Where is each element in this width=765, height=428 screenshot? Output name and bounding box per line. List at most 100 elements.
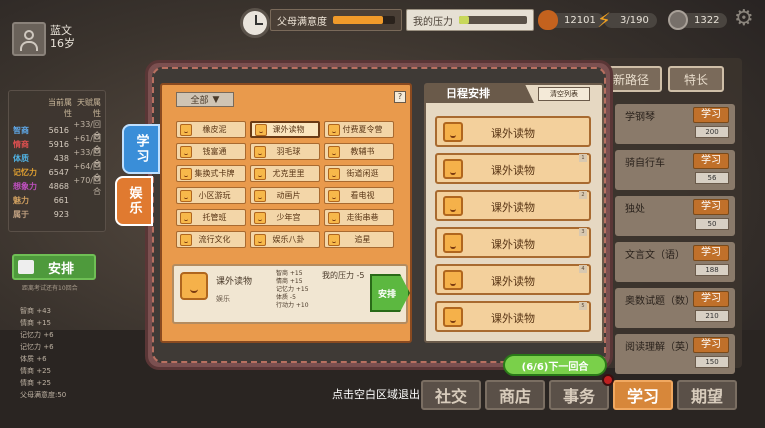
tab-specialty[interactable]: 特长 bbox=[668, 66, 724, 92]
clear-list-button[interactable]: 清空列表 bbox=[538, 87, 590, 101]
tab-fun[interactable]: 娱乐 bbox=[115, 176, 153, 226]
smiley-icon bbox=[180, 123, 192, 136]
smiley-icon bbox=[328, 145, 340, 158]
activity-item[interactable]: 集换式卡牌 bbox=[176, 165, 246, 182]
exit-hint: 点击空白区域退出 bbox=[332, 388, 420, 401]
stat-value: 661 bbox=[53, 195, 69, 205]
schedule-title: 日程安排 bbox=[426, 85, 534, 103]
learn-button[interactable]: 学习 bbox=[693, 337, 729, 353]
activity-item[interactable]: 娱乐八卦 bbox=[250, 231, 320, 248]
smiley-icon bbox=[254, 233, 266, 246]
smiley-icon bbox=[254, 145, 266, 158]
stat-name: 智商 bbox=[13, 125, 29, 135]
skill-cost: 56 bbox=[695, 172, 729, 184]
skill-card: 独处 学习 50 bbox=[615, 196, 735, 236]
skill-name: 文言文（语） bbox=[625, 250, 685, 261]
nav-social[interactable]: 社交 bbox=[421, 380, 481, 410]
skill-card: 阅读理解（英） 学习 150 bbox=[615, 334, 735, 374]
activity-label: 付费夏令营 bbox=[342, 125, 383, 134]
nav-affairs[interactable]: 事务 bbox=[549, 380, 609, 410]
stat-row: 属于 923 bbox=[13, 207, 101, 221]
smiley-icon bbox=[443, 270, 463, 290]
activity-item[interactable]: 看电视 bbox=[324, 187, 394, 204]
nav-shop[interactable]: 商店 bbox=[485, 380, 545, 410]
activity-item[interactable]: 课外读物 bbox=[250, 121, 320, 138]
activity-item[interactable]: 教辅书 bbox=[324, 143, 394, 160]
activity-label: 教辅书 bbox=[350, 147, 375, 156]
parent-satisfaction-fill bbox=[333, 16, 383, 24]
slot-number: 1 bbox=[579, 154, 587, 162]
slot-number: 3 bbox=[579, 228, 587, 236]
nav-study[interactable]: 学习 bbox=[613, 380, 673, 410]
smiley-icon bbox=[328, 167, 340, 180]
points-counter: 1322 bbox=[668, 9, 728, 31]
learn-button[interactable]: 学习 bbox=[693, 291, 729, 307]
effect-line: 智商 +15 bbox=[276, 270, 303, 277]
smiley-icon bbox=[443, 196, 463, 216]
schedule-slot[interactable]: 课外读物 5 bbox=[435, 301, 591, 332]
activity-item[interactable]: 追星 bbox=[324, 231, 394, 248]
activity-label: 追星 bbox=[354, 235, 371, 244]
smiley-icon bbox=[255, 123, 267, 136]
arrange-button[interactable]: 安排 bbox=[12, 254, 96, 280]
activity-item[interactable]: 街道闲逛 bbox=[324, 165, 394, 182]
skill-cost: 150 bbox=[695, 356, 729, 368]
slot-number: 2 bbox=[579, 191, 587, 199]
activity-item[interactable]: 小区游玩 bbox=[176, 187, 246, 204]
skill-cost: 210 bbox=[695, 310, 729, 322]
activity-item[interactable]: 走街串巷 bbox=[324, 209, 394, 226]
activity-item[interactable]: 流行文化 bbox=[176, 231, 246, 248]
activity-label: 橡皮泥 bbox=[202, 125, 227, 134]
bonus-line: 情商 +15 bbox=[20, 319, 51, 327]
avatar[interactable] bbox=[12, 22, 46, 56]
stat-name: 记忆力 bbox=[13, 167, 37, 177]
schedule-slot[interactable]: 课外读物 4 bbox=[435, 264, 591, 295]
activity-item[interactable]: 羽毛球 bbox=[250, 143, 320, 160]
learn-button[interactable]: 学习 bbox=[693, 245, 729, 261]
smiley-icon bbox=[443, 122, 463, 142]
schedule-slot[interactable]: 课外读物 1 bbox=[435, 153, 591, 184]
stress-fill bbox=[459, 16, 470, 24]
help-button[interactable]: ? bbox=[394, 91, 406, 103]
activity-item[interactable]: 橡皮泥 bbox=[176, 121, 246, 138]
learn-button[interactable]: 学习 bbox=[693, 153, 729, 169]
activity-item[interactable]: 钱富通 bbox=[176, 143, 246, 160]
slot-label: 课外读物 bbox=[491, 312, 535, 325]
activity-label: 集换式卡牌 bbox=[194, 169, 235, 178]
stat-value: 923 bbox=[53, 209, 69, 219]
skill-name: 学钢琴 bbox=[625, 112, 655, 123]
skill-cost: 188 bbox=[695, 264, 729, 276]
stat-row: 想象力 4868 +70/回合 bbox=[13, 176, 101, 196]
tab-study[interactable]: 学习 bbox=[122, 124, 160, 174]
bonus-line: 智商 +43 bbox=[20, 307, 51, 315]
slot-label: 课外读物 bbox=[491, 201, 535, 214]
exam-countdown: 距离考试还有10回合 bbox=[22, 285, 78, 292]
activity-item[interactable]: 付费夏令营 bbox=[324, 121, 394, 138]
talent-attr-header: 天赋属性 bbox=[77, 98, 101, 118]
bonus-line: 记忆力 +6 bbox=[20, 331, 54, 339]
nav-hope[interactable]: 期望 bbox=[677, 380, 737, 410]
schedule-slot[interactable]: 课外读物 3 bbox=[435, 227, 591, 258]
activity-item[interactable]: 托管班 bbox=[176, 209, 246, 226]
next-turn-button[interactable]: (6/6)下一回合 bbox=[503, 354, 607, 376]
activity-item[interactable]: 尤克里里 bbox=[250, 165, 320, 182]
activity-label: 街道闲逛 bbox=[346, 169, 379, 178]
schedule-slot[interactable]: 课外读物 bbox=[435, 116, 591, 147]
coin-icon bbox=[668, 10, 688, 30]
attribute-panel: 当前属性 天赋属性 智商 5616 +33/回合 情商 5916 +61/回合 体质 438 +… bbox=[8, 90, 106, 232]
lightning-icon: ⚡ bbox=[596, 8, 612, 32]
stat-talent: +70/回合 bbox=[73, 176, 101, 196]
gear-icon[interactable]: ⚙ bbox=[734, 8, 756, 30]
activity-item[interactable]: 少年宫 bbox=[250, 209, 320, 226]
parent-satisfaction-meter: 父母满意度 bbox=[270, 9, 402, 31]
clock-icon bbox=[240, 8, 270, 38]
activity-item[interactable]: 动画片 bbox=[250, 187, 320, 204]
effect-line: 行动力 +10 bbox=[276, 302, 309, 309]
filter-dropdown[interactable]: 全部 ▼ bbox=[176, 92, 234, 107]
skill-card: 学钢琴 学习 200 bbox=[615, 104, 735, 144]
learn-button[interactable]: 学习 bbox=[693, 107, 729, 123]
learn-button[interactable]: 学习 bbox=[693, 199, 729, 215]
activity-label: 看电视 bbox=[350, 191, 375, 200]
schedule-slot[interactable]: 课外读物 2 bbox=[435, 190, 591, 221]
stat-value: 5616 bbox=[48, 125, 69, 135]
